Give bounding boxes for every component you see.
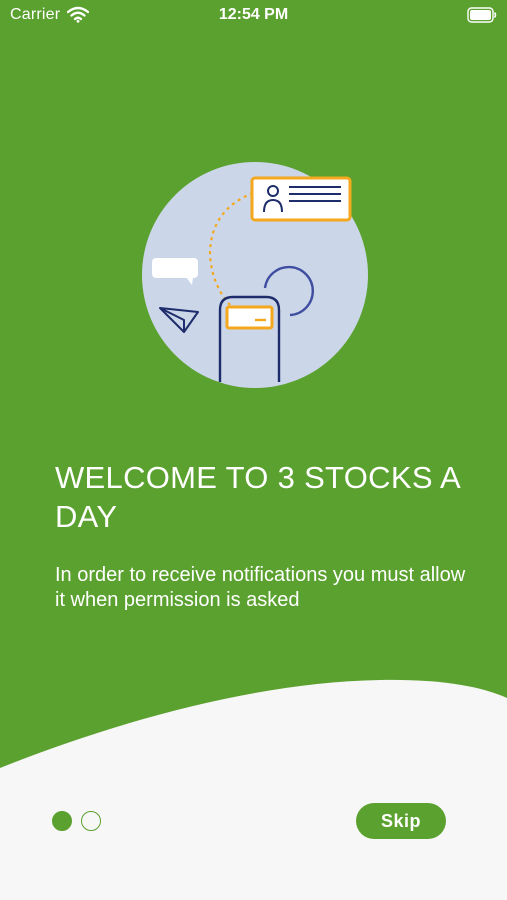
page-description: In order to receive notifications you mu… <box>55 564 466 611</box>
profile-card-icon <box>250 176 352 222</box>
bottom-wave <box>0 679 507 900</box>
page-indicator <box>52 811 101 831</box>
battery-icon <box>467 7 497 23</box>
notification-illustration <box>142 162 368 388</box>
page-dot[interactable] <box>81 811 101 831</box>
status-time: 12:54 PM <box>218 6 289 23</box>
onboarding-screen: Carrier 12:54 PM WELCOME TO 3 STOCKS A D… <box>0 0 507 900</box>
skip-button[interactable]: Skip <box>356 803 446 839</box>
page-dot-active[interactable] <box>52 811 72 831</box>
status-bar: Carrier 12:54 PM <box>0 0 507 32</box>
page-title: WELCOME TO 3 STOCKS A DAY <box>55 460 460 534</box>
